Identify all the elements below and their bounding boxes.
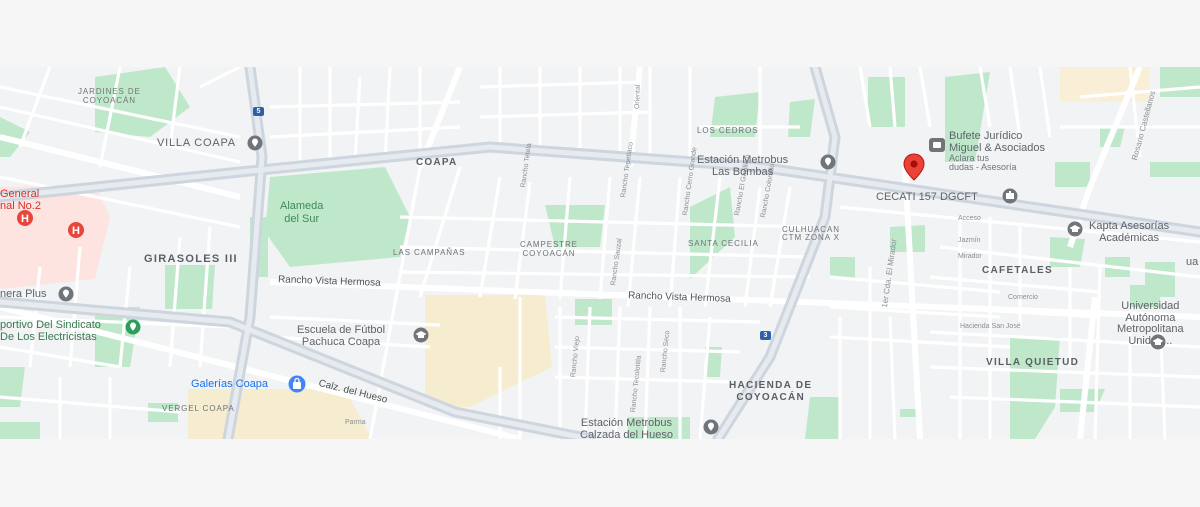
park-pin-icon[interactable] xyxy=(124,318,142,336)
label-bufete-subtitle: Aclara tus dudas - Asesoría xyxy=(949,153,1017,173)
label-los-cedros: LOS CEDROS xyxy=(697,126,759,135)
label-estacion-las-bombas[interactable]: Estación Metrobus Las Bombas xyxy=(697,154,788,178)
street-label: Comercio xyxy=(1008,294,1038,301)
street-label: Hacienda San José xyxy=(960,323,1021,330)
label-villa-quietud: VILLA QUIETUD xyxy=(986,357,1080,368)
location-pin-icon[interactable] xyxy=(246,134,264,152)
label-estacion-calzada-del-hueso[interactable]: Estación Metrobus Calzada del Hueso xyxy=(580,417,673,439)
label-culhuacan: CULHUACAN CTM ZONA X xyxy=(782,225,840,243)
graduation-cap-icon[interactable] xyxy=(1066,220,1084,238)
label-parma: Parma xyxy=(345,419,366,426)
label-santa-cecilia: SANTA CECILIA xyxy=(688,239,759,248)
label-cinema[interactable]: nera Plus xyxy=(0,288,46,301)
label-villa-coapa: VILLA COAPA xyxy=(157,137,236,149)
map-canvas[interactable]: H H JARDINES DE COYOACÁN VILLA COAPA COA… xyxy=(0,67,1200,439)
label-galerias-coapa[interactable]: Galerías Coapa xyxy=(191,378,268,391)
label-kapta[interactable]: Kapta Asesorías Académicas xyxy=(1089,220,1169,244)
label-hospital[interactable]: General nal No.2 xyxy=(0,188,41,212)
label-oriental: Oriental xyxy=(634,84,642,110)
label-coapa: COAPA xyxy=(416,157,458,168)
transit-station-icon[interactable] xyxy=(702,418,720,436)
hospital-badge-1: H xyxy=(17,210,33,226)
label-deportivo[interactable]: portivo Del Sindicato De Los Electricist… xyxy=(0,319,101,343)
street-label: Acceso xyxy=(958,215,981,222)
hospital-badge-2: H xyxy=(68,222,84,238)
label-bufete-juridico[interactable]: Bufete Jurídico Miguel & Asociados xyxy=(949,130,1045,154)
street-label: Mirador xyxy=(958,253,982,260)
svg-text:H: H xyxy=(72,225,80,237)
school-icon[interactable] xyxy=(1001,187,1019,205)
university-icon[interactable] xyxy=(1149,333,1167,351)
location-marker-icon[interactable] xyxy=(901,153,927,181)
transit-station-icon[interactable] xyxy=(819,153,837,171)
label-vergel-coapa: VERGEL COAPA xyxy=(162,404,235,413)
briefcase-icon[interactable] xyxy=(928,137,946,153)
label-cecati[interactable]: CECATI 157 DGCFT xyxy=(876,191,978,204)
label-campestre-coyoacan: CAMPESTRE COYOACÁN xyxy=(520,240,578,259)
label-escuela-futbol[interactable]: Escuela de Fútbol Pachuca Coapa xyxy=(297,324,385,348)
label-alameda-del-sur[interactable]: Alameda del Sur xyxy=(280,200,323,225)
svg-text:H: H xyxy=(21,213,29,225)
label-jardines-de-coyoacan: JARDINES DE COYOACÁN xyxy=(78,87,141,106)
label-las-campanas: LAS CAMPAÑAS xyxy=(393,248,466,257)
route-shield: 3 xyxy=(760,331,771,340)
route-shield: 5 xyxy=(253,107,264,116)
label-hacienda-de-coyoacan: HACIENDA DE COYOACÁN xyxy=(729,380,813,403)
shopping-bag-icon[interactable] xyxy=(287,374,307,394)
school-cap-icon[interactable] xyxy=(412,326,430,344)
label-cafetales: CAFETALES xyxy=(982,265,1053,276)
label-uam-partial: ua xyxy=(1186,256,1199,268)
street-label: Jazmín xyxy=(958,237,981,244)
label-girasoles-iii: GIRASOLES III xyxy=(144,253,238,265)
cinema-icon[interactable] xyxy=(57,285,75,303)
